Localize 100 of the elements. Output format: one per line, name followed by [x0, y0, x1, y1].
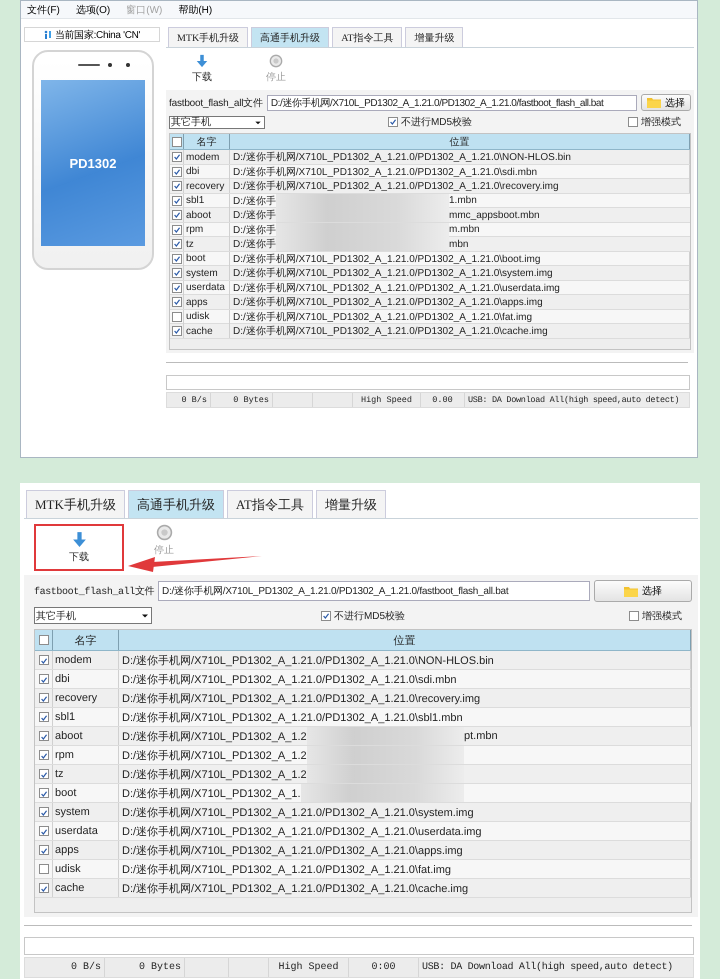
table-row[interactable]: aboot D:/迷你手机网/X710L_PD1302_A_1.2 pt.mbn [35, 727, 691, 746]
checkbox[interactable] [172, 152, 182, 162]
table-row[interactable]: sbl1 D:/迷你手机网/X710L_PD1302_A_1.21.0/PD1302_A_1.21.0\sbl1.mbn [35, 708, 691, 727]
table-row[interactable]: system D:/迷你手机网/X710L_PD1302_A_1.21.0/PD1302_A_1.21.0\system.img [170, 266, 690, 280]
checkbox[interactable] [38, 635, 48, 645]
checkbox[interactable] [172, 297, 182, 307]
table-cell: D:/迷你手机网/X710L_PD1302_A_1.21.0/PD1302_A_1.21.0\sdi.mbn [119, 670, 691, 688]
checkbox[interactable] [172, 239, 182, 249]
file-path-field[interactable]: D:/迷你手机网/X710L_PD1302_A_1.21.0/PD1302_A_1.21.0/fastboot_flash_all.bat [266, 94, 637, 110]
table-row[interactable]: tz D:/迷你手 mbn [170, 237, 690, 252]
table-row[interactable]: userdata D:/迷你手机网/X710L_PD1302_A_1.21.0/PD1302_A_1.21.0\userdata.img [170, 280, 690, 295]
table-row[interactable]: dbi D:/迷你手机网/X710L_PD1302_A_1.21.0/PD1302_A_1.21.0\sdi.mbn [170, 164, 690, 179]
country-label: 当前国家:China 'CN' [54, 28, 140, 42]
checkbox[interactable] [172, 136, 182, 146]
file-label: fastboot_flash_all文件 [169, 96, 263, 110]
table-cell-text: D:/迷你手 [233, 224, 276, 236]
table-cell-text: mmc_appsboot.mbn [449, 208, 541, 222]
tab[interactable]: 高通手机升级 [251, 27, 330, 47]
table-cell: D:/迷你手机网/X710L_PD1302_A_1.21.0/PD1302_A_1.21.0\sbl1.mbn [119, 708, 691, 726]
checkbox[interactable] [172, 268, 182, 278]
checkbox[interactable] [38, 788, 48, 798]
table-row[interactable]: cache D:/迷你手机网/X710L_PD1302_A_1.21.0/PD1302_A_1.21.0\cache.img [35, 879, 691, 898]
table-cell-text: D:/迷你手机网/X710L_PD1302_A_1.2 [122, 748, 307, 762]
tab[interactable]: MTK手机升级 [168, 27, 248, 47]
table-row[interactable]: aboot D:/迷你手 mmc_appsboot.mbn [170, 208, 690, 222]
tab[interactable]: 增量升级 [316, 490, 386, 518]
table-row[interactable]: boot D:/迷你手机网/X710L_PD1302_A_1.21.0/PD1302_A_1.21.0\boot.img [170, 252, 690, 266]
table-cell: apps [53, 841, 119, 859]
checkbox[interactable] [172, 166, 182, 176]
phone-type-dropdown[interactable]: 其它手机 [169, 116, 265, 128]
tab[interactable]: 高通手机升级 [128, 490, 224, 518]
table-cell: D:/迷你手机网/X710L_PD1302_A_1.21.0/PD1302_A_1.21.0\apps.img [230, 295, 690, 309]
table-row[interactable]: sbl1 D:/迷你手 1.mbn [170, 194, 690, 208]
checkbox[interactable] [38, 845, 48, 855]
checkbox[interactable] [629, 610, 639, 620]
status-cell: High Speed [353, 392, 421, 406]
checkbox[interactable] [38, 864, 48, 874]
table-row[interactable]: udisk D:/迷你手机网/X710L_PD1302_A_1.21.0/PD1302_A_1.21.0\fat.img [35, 860, 691, 879]
table-row[interactable]: tz D:/迷你手机网/X710L_PD1302_A_1.2 [35, 765, 691, 784]
checkbox[interactable] [38, 655, 48, 665]
table-row[interactable]: udisk D:/迷你手机网/X710L_PD1302_A_1.21.0/PD1302_A_1.21.0\fat.img [170, 310, 690, 324]
checkbox[interactable] [628, 117, 638, 127]
logo-icon [44, 30, 52, 39]
table-row[interactable]: dbi D:/迷你手机网/X710L_PD1302_A_1.21.0/PD1302_A_1.21.0\sdi.mbn [35, 670, 691, 689]
checkbox[interactable] [38, 826, 48, 836]
checkbox[interactable] [388, 117, 398, 127]
menu-item[interactable]: 选项(O) [76, 2, 110, 16]
checkbox[interactable] [38, 674, 48, 684]
column-header: 位置 [119, 630, 691, 650]
download-button[interactable]: 下载 [59, 531, 99, 564]
choose-button[interactable]: 选择 [641, 94, 691, 111]
tab[interactable]: MTK手机升级 [26, 490, 125, 518]
tab[interactable]: AT指令工具 [332, 27, 402, 47]
download-button[interactable]: 下载 [182, 54, 222, 84]
table-row[interactable]: modem D:/迷你手机网/X710L_PD1302_A_1.21.0/PD1302_A_1.21.0\NON-HLOS.bin [170, 150, 690, 164]
table-cell: D:/迷你手机网/X710L_PD1302_A_1.21.0/PD1302_A_1.21.0\userdata.img [119, 822, 691, 840]
table-row[interactable]: apps D:/迷你手机网/X710L_PD1302_A_1.21.0/PD1302_A_1.21.0\apps.img [170, 295, 690, 310]
status-cell-text: USB: DA Download All(high speed,auto detect) [467, 394, 680, 406]
choose-button[interactable]: 选择 [594, 580, 692, 602]
table-row[interactable]: recovery D:/迷你手机网/X710L_PD1302_A_1.21.0/PD1302_A_1.21.0\recovery.img [35, 689, 691, 708]
table-row[interactable]: rpm D:/迷你手机网/X710L_PD1302_A_1.2 [35, 746, 691, 765]
table-cell: D:/迷你手机网/X710L_PD1302_A_1.21.0/PD1302_A_1.21.0\fat.img [119, 860, 691, 878]
tab[interactable]: 增量升级 [405, 27, 464, 47]
table-cell-text: D:/迷你手机网/X710L_PD1302_A_1.2 [122, 730, 307, 744]
table-row[interactable]: rpm D:/迷你手 m.mbn [170, 222, 690, 237]
column-header: 名字 [184, 134, 230, 149]
table-cell: userdata [53, 822, 119, 840]
checkbox[interactable] [172, 282, 182, 292]
checkbox[interactable] [38, 731, 48, 741]
table-row[interactable]: recovery D:/迷你手机网/X710L_PD1302_A_1.21.0/PD1302_A_1.21.0\recovery.img [170, 179, 690, 194]
checkbox[interactable] [172, 196, 182, 206]
table-cell: recovery [53, 689, 119, 707]
table-row[interactable]: system D:/迷你手机网/X710L_PD1302_A_1.21.0/PD1302_A_1.21.0\system.img [35, 803, 691, 822]
checkbox[interactable] [172, 181, 182, 191]
table-cell: dbi [53, 670, 119, 688]
table-row[interactable]: userdata D:/迷你手机网/X710L_PD1302_A_1.21.0/PD1302_A_1.21.0\userdata.img [35, 822, 691, 841]
checkbox[interactable] [38, 750, 48, 760]
checkbox[interactable] [38, 712, 48, 722]
checkbox[interactable] [172, 326, 182, 336]
checkbox[interactable] [38, 693, 48, 703]
phone-type-dropdown[interactable]: 其它手机 [34, 607, 152, 624]
table-row[interactable]: cache D:/迷你手机网/X710L_PD1302_A_1.21.0/PD1302_A_1.21.0\cache.img [170, 324, 690, 338]
checkbox[interactable] [320, 610, 331, 620]
checkbox[interactable] [172, 210, 182, 220]
checkbox-label: 增强模式 [641, 116, 681, 129]
checkbox[interactable] [172, 312, 182, 322]
table-cell: D:/迷你手机网/X710L_PD1302_A_1.21.0/PD1302_A_1.21.0\system.img [119, 803, 691, 821]
checkbox[interactable] [38, 883, 48, 893]
table-row[interactable]: boot D:/迷你手机网/X710L_PD1302_A_1. [35, 784, 691, 803]
file-path-field[interactable]: D:/迷你手机网/X710L_PD1302_A_1.21.0/PD1302_A_1.21.0/fastboot_flash_all.bat [158, 581, 590, 601]
menu-item[interactable]: 文件(F) [27, 2, 60, 16]
table-row[interactable]: modem D:/迷你手机网/X710L_PD1302_A_1.21.0/PD1302_A_1.21.0\NON-HLOS.bin [35, 651, 691, 670]
tab[interactable]: AT指令工具 [226, 490, 313, 518]
status-cell: 0.00 [421, 392, 465, 406]
table-row[interactable]: apps D:/迷你手机网/X710L_PD1302_A_1.21.0/PD1302_A_1.21.0\apps.img [35, 841, 691, 860]
menu-item[interactable]: 帮助(H) [178, 2, 212, 16]
checkbox[interactable] [38, 807, 48, 817]
checkbox[interactable] [172, 224, 182, 234]
checkbox[interactable] [172, 254, 182, 264]
checkbox[interactable] [38, 769, 48, 779]
